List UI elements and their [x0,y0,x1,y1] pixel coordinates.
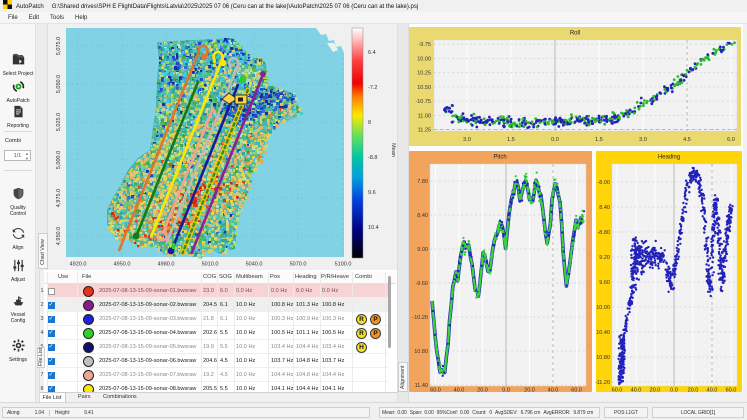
svg-text:5,025.0: 5,025.0 [56,113,62,131]
svg-text:10.50: 10.50 [417,85,431,91]
svg-text:10.00: 10.00 [417,56,431,62]
svg-text:1.5: 1.5 [507,137,515,143]
svg-text:3.0: 3.0 [463,137,471,143]
svg-text:5,050.0: 5,050.0 [56,75,62,93]
svg-text:-9.60: -9.60 [415,281,428,287]
svg-text:4,975.0: 4,975.0 [56,189,62,207]
svg-text:Roll: Roll [570,31,580,37]
svg-text:10.80: 10.80 [414,349,428,355]
svg-text:6.4: 6.4 [368,50,376,56]
svg-text:4980.0: 4980.0 [158,262,175,268]
svg-text:5070.0: 5070.0 [290,262,307,268]
svg-text:20.0: 20.0 [477,388,488,393]
svg-text:11.40: 11.40 [415,383,428,389]
svg-text:4950.0: 4950.0 [114,262,131,268]
svg-text:7.80: 7.80 [417,179,428,185]
svg-text:5,075.0: 5,075.0 [56,37,62,55]
svg-text:40.0: 40.0 [454,388,465,393]
svg-text:-8.8: -8.8 [368,155,377,161]
svg-text:4,950.0: 4,950.0 [56,227,62,245]
svg-text:5010.0: 5010.0 [202,262,219,268]
svg-text:5040.0: 5040.0 [246,262,263,268]
svg-text:1.5: 1.5 [595,137,603,143]
svg-text:Mean: Mean [390,143,396,157]
svg-text:4920.0: 4920.0 [70,262,87,268]
svg-text:0.0: 0.0 [551,137,559,143]
svg-text:60.0: 60.0 [571,388,582,393]
svg-text:10.25: 10.25 [417,71,431,77]
svg-text:10.4: 10.4 [368,225,379,231]
svg-text:3.0: 3.0 [639,137,647,143]
svg-text:40.0: 40.0 [548,388,559,393]
svg-text:Pitch: Pitch [493,155,506,161]
svg-text:20.0: 20.0 [524,388,535,393]
svg-text:11.25: 11.25 [418,128,431,134]
svg-text:11.00: 11.00 [418,113,431,119]
svg-text:-10.20: -10.20 [412,315,428,321]
svg-text:5,000.0: 5,000.0 [56,151,62,169]
svg-text:8: 8 [368,120,371,126]
svg-text:0.0: 0.0 [502,388,510,393]
svg-text:5100.0: 5100.0 [335,262,352,268]
svg-text:9.00: 9.00 [417,247,428,253]
svg-text:60.0: 60.0 [430,388,441,393]
svg-text:4.5: 4.5 [683,137,691,143]
svg-text:9.6: 9.6 [368,190,376,196]
svg-text:6.0: 6.0 [727,137,735,143]
svg-text:-7.2: -7.2 [368,85,377,91]
svg-text:-10.75: -10.75 [415,99,431,105]
svg-text:8.40: 8.40 [417,213,428,219]
svg-text:-9.75: -9.75 [418,42,431,48]
